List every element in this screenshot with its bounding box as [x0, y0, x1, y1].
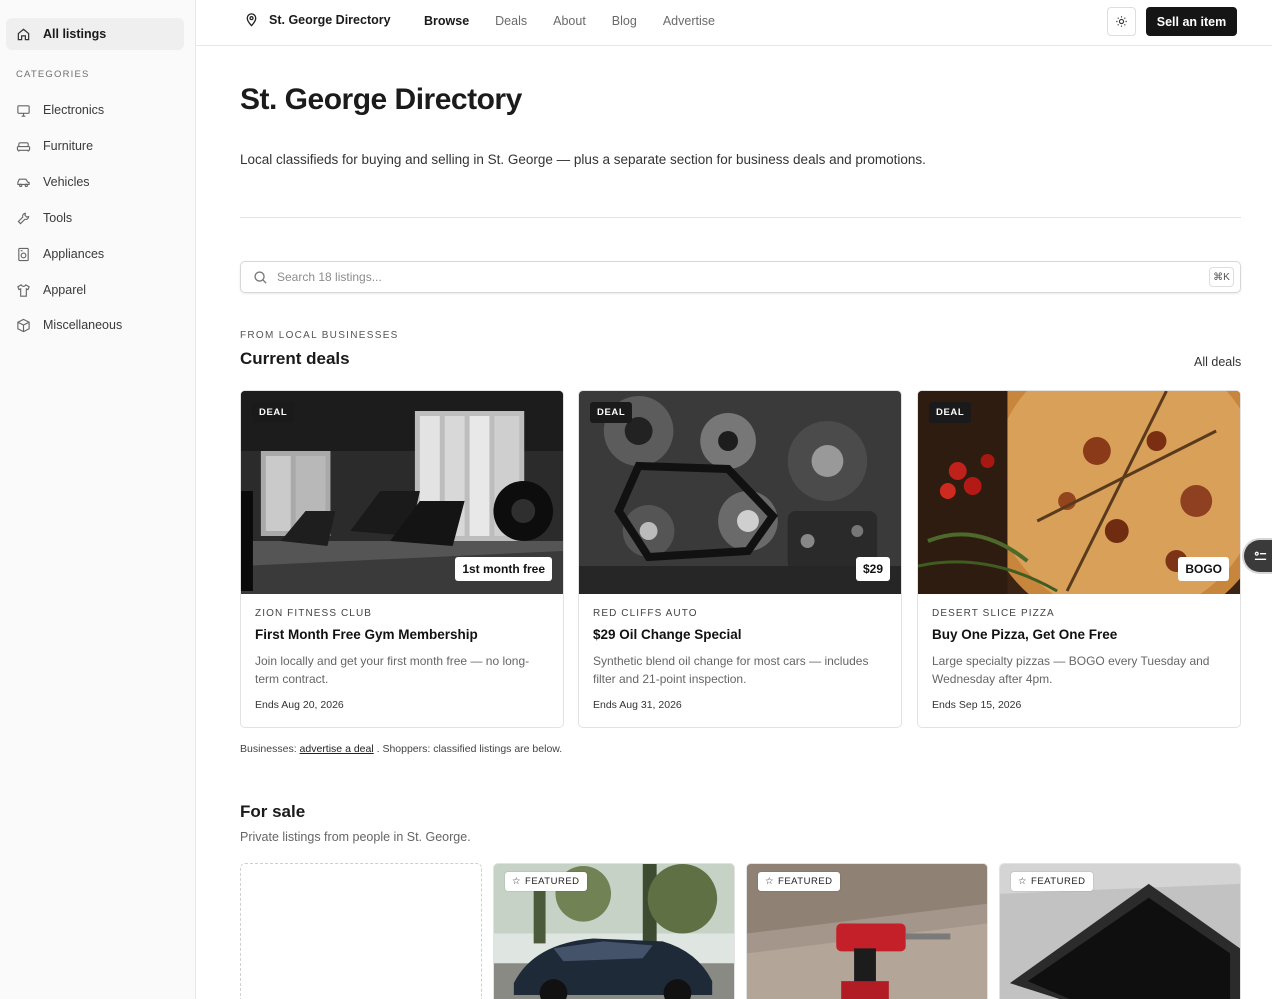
box-icon [16, 318, 31, 333]
deal-end-date: Ends Sep 15, 2026 [932, 699, 1022, 711]
for-sale-subtitle: Private listings from people in St. Geor… [240, 830, 471, 844]
top-navigation-bar: St. George Directory Browse Deals About … [196, 0, 1272, 46]
sidebar-item-electronics[interactable]: Electronics [6, 95, 184, 125]
sidebar-item-miscellaneous[interactable]: Miscellaneous [6, 310, 184, 340]
featured-badge: ☆ FEATURED [505, 872, 587, 891]
deals-eyebrow: FROM LOCAL BUSINESSES [240, 330, 399, 341]
for-sale-heading: For sale [240, 802, 306, 821]
appliance-icon [16, 247, 31, 262]
deal-business-name: DESERT SLICE PIZZA [932, 608, 1055, 619]
brand-name: St. George Directory [269, 12, 391, 27]
listing-card-placeholder[interactable] [240, 863, 482, 999]
search-icon [253, 270, 268, 285]
deal-price-tag: 1st month free [455, 557, 552, 581]
sell-an-item-button[interactable]: Sell an item [1146, 7, 1237, 36]
deal-title: Buy One Pizza, Get One Free [932, 627, 1118, 642]
search-bar[interactable]: ⌘K [240, 261, 1241, 293]
deal-description: Synthetic blend oil change for most cars… [593, 654, 869, 686]
deal-end-date: Ends Aug 31, 2026 [593, 699, 682, 711]
deal-badge: DEAL [252, 402, 295, 423]
nav-deals[interactable]: Deals [495, 14, 527, 28]
sidebar-item-vehicles[interactable]: Vehicles [6, 167, 184, 197]
deal-description: Large specialty pizzas — BOGO every Tues… [932, 654, 1210, 686]
deal-card-pizza[interactable]: DEAL BOGO DESERT SLICE PIZZA Buy One Piz… [917, 390, 1241, 728]
car-icon [16, 175, 31, 190]
map-pin-icon [244, 12, 259, 27]
deal-price-tag: $29 [855, 557, 890, 581]
listing-card-drill[interactable]: ☆ FEATURED [746, 863, 988, 999]
advertise-deal-link[interactable]: advertise a deal [300, 743, 374, 755]
sidebar-item-label: Vehicles [43, 175, 90, 189]
featured-badge: ☆ FEATURED [1011, 872, 1093, 891]
sidebar-item-all-listings[interactable]: All listings [6, 18, 184, 50]
deal-title: $29 Oil Change Special [593, 627, 742, 642]
sidebar-item-label: Tools [43, 211, 73, 225]
search-input[interactable] [277, 270, 1177, 284]
sidebar-item-label: Apparel [43, 283, 87, 297]
list-icon [1253, 549, 1268, 564]
sidebar-item-label: Electronics [43, 103, 105, 117]
sidebar-all-label: All listings [43, 27, 107, 41]
deal-title: First Month Free Gym Membership [255, 627, 478, 642]
page-subtitle: Local classifieds for buying and selling… [240, 152, 926, 167]
sidebar-item-apparel[interactable]: Apparel [6, 275, 184, 305]
theme-toggle-button[interactable] [1107, 7, 1136, 36]
wrench-icon [16, 211, 31, 226]
sofa-icon [16, 139, 31, 154]
listing-card-car[interactable]: ☆ FEATURED [493, 863, 735, 999]
sidebar-item-furniture[interactable]: Furniture [6, 131, 184, 161]
brand-link[interactable]: St. George Directory [244, 12, 391, 27]
star-icon: ☆ [1018, 876, 1028, 887]
business-note-suffix: . Shoppers: classified listings are belo… [376, 743, 563, 755]
featured-badge-label: FEATURED [1031, 876, 1086, 887]
deal-description: Join locally and get your first month fr… [255, 654, 530, 686]
all-deals-link[interactable]: All deals [1194, 355, 1241, 369]
deal-business-name: ZION FITNESS CLUB [255, 608, 373, 619]
listing-card-phone[interactable]: ☆ FEATURED [999, 863, 1241, 999]
star-icon: ☆ [765, 876, 775, 887]
categories-heading: CATEGORIES [16, 69, 90, 80]
nav-about[interactable]: About [553, 14, 586, 28]
deal-card-gym[interactable]: DEAL 1st month free ZION FITNESS CLUB Fi… [240, 390, 564, 728]
section-divider [240, 217, 1241, 218]
home-icon [16, 27, 31, 42]
deal-badge: DEAL [590, 402, 633, 423]
sidebar-item-label: Appliances [43, 247, 105, 261]
main-nav: Browse Deals About Blog Advertise [424, 14, 715, 28]
deal-business-name: RED CLIFFS AUTO [593, 608, 698, 619]
business-note: Businesses: advertise a deal . Shoppers:… [240, 743, 562, 755]
sidebar: All listings CATEGORIES Electronics Furn… [0, 0, 196, 999]
featured-badge: ☆ FEATURED [758, 872, 840, 891]
floating-panel-toggle-button[interactable] [1244, 540, 1272, 572]
search-shortcut-badge: ⌘K [1209, 267, 1234, 287]
star-icon: ☆ [512, 876, 522, 887]
business-note-prefix: Businesses: [240, 743, 297, 755]
deal-end-date: Ends Aug 20, 2026 [255, 699, 344, 711]
nav-advertise[interactable]: Advertise [663, 14, 715, 28]
sidebar-item-label: Miscellaneous [43, 318, 123, 332]
sidebar-item-label: Furniture [43, 139, 94, 153]
sidebar-item-appliances[interactable]: Appliances [6, 239, 184, 269]
deal-card-oil-change[interactable]: DEAL $29 RED CLIFFS AUTO $29 Oil Change … [578, 390, 902, 728]
monitor-icon [16, 103, 31, 118]
deal-price-tag: BOGO [1178, 557, 1229, 581]
deal-badge: DEAL [929, 402, 972, 423]
featured-badge-label: FEATURED [525, 876, 580, 887]
nav-browse[interactable]: Browse [424, 14, 469, 28]
sidebar-item-tools[interactable]: Tools [6, 203, 184, 233]
current-deals-heading: Current deals [240, 349, 350, 368]
sun-icon [1115, 15, 1128, 28]
shirt-icon [16, 283, 31, 298]
featured-badge-label: FEATURED [778, 876, 833, 887]
page-title: St. George Directory [240, 83, 522, 116]
nav-blog[interactable]: Blog [612, 14, 637, 28]
